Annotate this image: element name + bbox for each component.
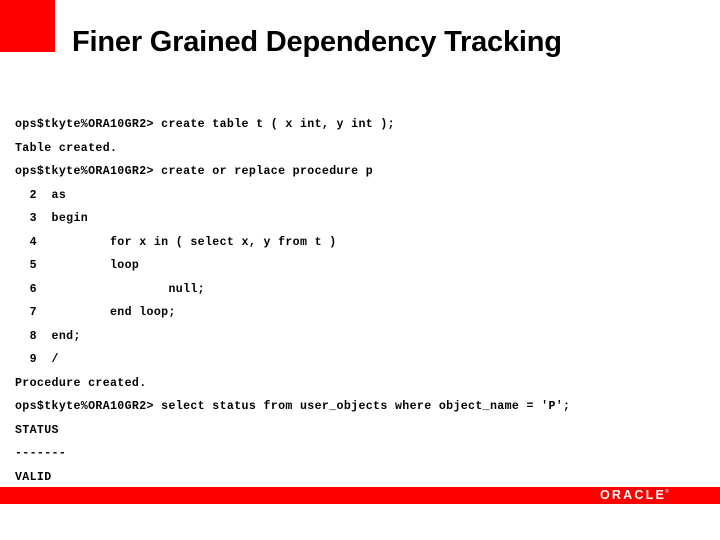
- terminal-line: Procedure created.: [15, 376, 147, 390]
- terminal-line: ops$tkyte%ORA10GR2> create table t ( x i…: [15, 118, 395, 131]
- terminal-line: 9 /: [15, 353, 59, 366]
- terminal-line: ops$tkyte%ORA10GR2> create or replace pr…: [15, 165, 374, 178]
- terminal-line: ops$tkyte%ORA10GR2> select status from u…: [15, 400, 571, 413]
- terminal-line: 7 end loop;: [15, 306, 176, 319]
- terminal-line: Table created.: [15, 141, 118, 155]
- terminal-transcript: ops$tkyte%ORA10GR2> create table t ( x i…: [15, 113, 705, 489]
- terminal-line: 2 as: [15, 188, 67, 202]
- oracle-logo-text: ORACLE: [600, 488, 666, 502]
- oracle-logo: ORACLE ®: [600, 487, 669, 504]
- slide-canvas: Finer Grained Dependency Tracking ops$tk…: [0, 0, 720, 540]
- terminal-line: 8 end;: [15, 329, 81, 343]
- terminal-line: STATUS: [15, 423, 59, 437]
- terminal-line: 4 for x in ( select x, y from t ): [15, 235, 337, 249]
- registered-trademark-icon: ®: [664, 489, 669, 495]
- page-title: Finer Grained Dependency Tracking: [72, 26, 562, 58]
- footer-whitespace: [0, 504, 720, 540]
- terminal-line: 5 loop: [15, 259, 140, 272]
- header-accent-marker: [0, 0, 55, 52]
- terminal-line: 3 begin: [15, 212, 89, 225]
- terminal-line: -------: [15, 447, 67, 460]
- terminal-line: VALID: [15, 470, 52, 484]
- terminal-line: 6 null;: [15, 282, 205, 296]
